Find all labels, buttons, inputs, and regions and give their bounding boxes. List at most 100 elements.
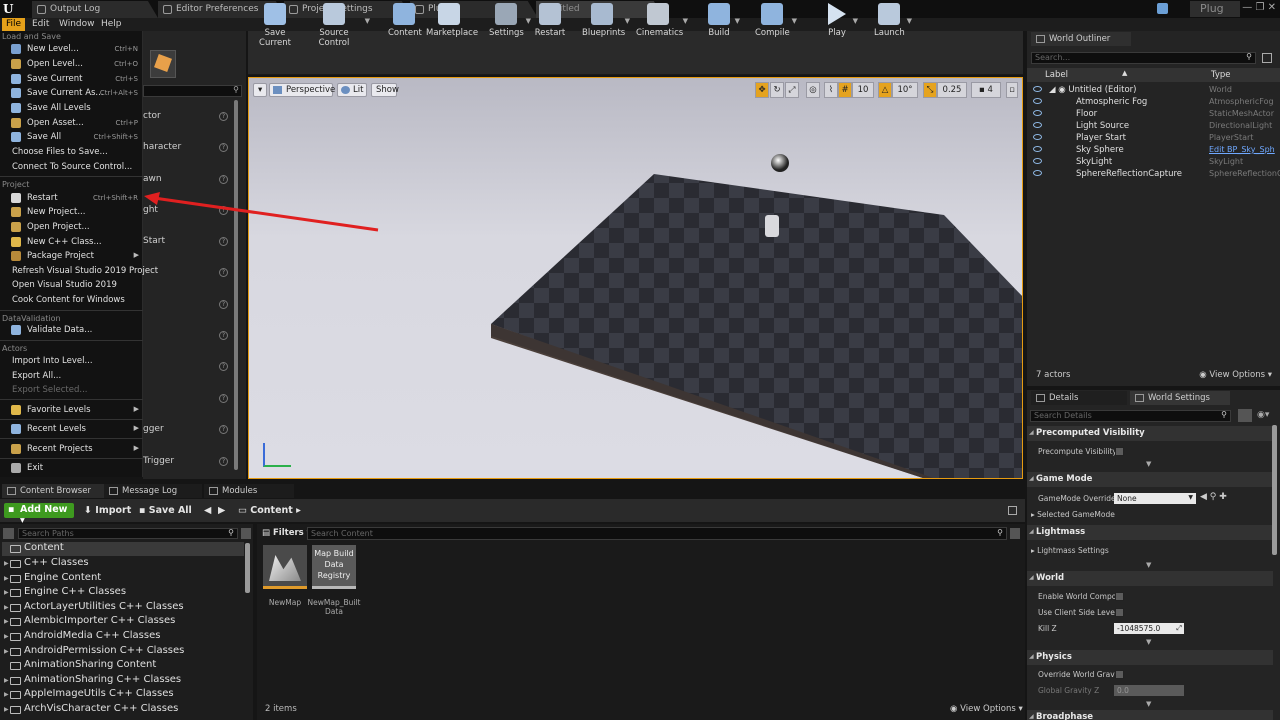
kill-z-input[interactable]: -1048575.0 ⤢ — [1114, 623, 1184, 634]
expand-arrow-icon[interactable]: ▶ — [4, 604, 9, 611]
restart-button[interactable]: Restart — [534, 3, 566, 38]
eye-icon[interactable] — [1033, 146, 1042, 152]
outliner-row[interactable]: SkyLight SkyLight — [1027, 156, 1280, 168]
col-label[interactable]: Label — [1045, 70, 1068, 80]
add-icon[interactable]: ✚ — [1219, 492, 1227, 502]
tab-world-settings[interactable]: World Settings — [1130, 391, 1230, 405]
dropdown-arrow-icon[interactable]: ▼ — [792, 17, 797, 25]
launch-button[interactable]: Launch ▼ — [874, 3, 912, 38]
dropdown-arrow-icon[interactable]: ▼ — [735, 17, 740, 25]
dropdown-arrow-icon[interactable]: ▼ — [526, 17, 531, 25]
outliner-row[interactable]: Atmospheric Fog AtmosphericFog — [1027, 96, 1280, 108]
menu-item-refresh-vs-project[interactable]: Refresh Visual Studio 2019 Project — [0, 264, 158, 278]
add-new-button[interactable]: ▪ Add New ▾ — [4, 503, 74, 526]
expand-arrow-icon[interactable]: ▶ — [4, 677, 9, 684]
source-control-icon[interactable] — [1157, 3, 1168, 14]
edit-blueprint-link[interactable]: Edit BP_Sky_Sph — [1209, 145, 1275, 154]
dropdown-arrow-icon[interactable]: ▼ — [683, 17, 688, 25]
menu-item-package-project[interactable]: Package Project ▶ — [0, 249, 142, 263]
tab-modules[interactable]: Modules — [204, 484, 294, 498]
eye-icon[interactable] — [1033, 158, 1042, 164]
details-scrollbar[interactable] — [1272, 425, 1277, 555]
tab-content-browser[interactable]: Content Browser — [2, 484, 110, 498]
menu-edit[interactable]: Edit — [28, 18, 53, 31]
import-button[interactable]: ⬇ Import — [84, 505, 131, 516]
eye-icon[interactable] — [1033, 98, 1042, 104]
plug-button[interactable]: Plug — [1190, 1, 1240, 17]
menu-item-new-project[interactable]: New Project... — [0, 205, 142, 219]
menu-item-save-all[interactable]: Save All Ctrl+Shift+S — [0, 130, 142, 144]
outliner-row[interactable]: Light Source DirectionalLight — [1027, 120, 1280, 132]
menu-item-recent-projects[interactable]: Recent Projects ▶ — [0, 442, 142, 456]
expand-arrow-icon[interactable]: ▶ — [4, 560, 9, 567]
enable-world-composition-checkbox[interactable] — [1115, 592, 1124, 601]
property-matrix-icon[interactable] — [1238, 409, 1252, 422]
place-item[interactable]: Start — [143, 236, 165, 246]
place-item[interactable]: gger — [143, 424, 164, 434]
tab-world-outliner[interactable]: World Outliner — [1031, 32, 1131, 46]
arrow-left-icon[interactable]: ◀ — [1200, 492, 1207, 502]
gamemode-override-select[interactable]: None ▼ — [1114, 493, 1196, 504]
path-breadcrumb[interactable]: ▭ Content ▸ — [238, 505, 301, 516]
asset-newmap[interactable] — [263, 545, 307, 589]
content-settings-icon[interactable] — [1010, 528, 1020, 539]
menu-item-open-vs[interactable]: Open Visual Studio 2019 — [0, 278, 142, 292]
menu-item-favorite-levels[interactable]: Favorite Levels ▶ — [0, 403, 142, 417]
toggle-sources-icon[interactable] — [3, 528, 14, 539]
help-icon[interactable]: ? — [219, 175, 228, 184]
help-icon[interactable]: ? — [219, 331, 228, 340]
outliner-row[interactable]: Player Start PlayerStart — [1027, 132, 1280, 144]
use-client-side-level-checkbox[interactable] — [1115, 608, 1124, 617]
marketplace-button[interactable]: Marketplace — [426, 3, 478, 38]
menu-window[interactable]: Window — [55, 18, 99, 31]
place-item[interactable]: haracter — [143, 142, 181, 152]
expand-arrow-icon[interactable]: ▶ — [4, 589, 9, 596]
content-view-options-button[interactable]: ◉ View Options ▾ — [950, 704, 1023, 714]
place-item[interactable]: awn — [143, 174, 162, 184]
paths-scrollbar[interactable] — [245, 543, 250, 593]
save-all-button[interactable]: ▪ Save All — [139, 505, 192, 516]
menu-item-save-current[interactable]: Save Current Ctrl+S — [0, 72, 142, 86]
eye-icon[interactable] — [1033, 110, 1042, 116]
menu-item-save-current-as[interactable]: Save Current As... Ctrl+Alt+S — [0, 86, 142, 100]
menu-item-choose-files-to-save[interactable]: Choose Files to Save... — [0, 145, 142, 159]
help-icon[interactable]: ? — [219, 237, 228, 246]
place-item[interactable]: Trigger — [143, 456, 174, 466]
category-precomputed-visibility[interactable]: Precomputed Visibility — [1027, 426, 1273, 441]
source-control-button[interactable]: Source Control ▼ — [306, 3, 370, 48]
cinematics-button[interactable]: Cinematics ▼ — [636, 3, 688, 38]
folder-content[interactable]: Content — [2, 542, 244, 556]
prop-label[interactable]: ▸ Selected GameMode — [1031, 510, 1115, 519]
menu-item-open-level[interactable]: Open Level... Ctrl+O — [0, 57, 142, 71]
outliner-settings-icon[interactable] — [1262, 53, 1272, 63]
menu-item-validate-data[interactable]: Validate Data... — [0, 323, 142, 337]
expand-arrow-icon[interactable]: ▶ — [4, 575, 9, 582]
help-icon[interactable]: ? — [219, 394, 228, 403]
category-physics[interactable]: Physics — [1027, 650, 1273, 665]
outliner-row[interactable]: Sky Sphere Edit BP_Sky_Sph — [1027, 144, 1280, 156]
outliner-row[interactable]: SphereReflectionCapture SphereReflectionC — [1027, 168, 1280, 180]
help-icon[interactable]: ? — [219, 362, 228, 371]
eye-icon[interactable] — [1033, 122, 1042, 128]
dropdown-arrow-icon[interactable]: ▼ — [365, 17, 370, 25]
expand-arrow-icon[interactable]: ▶ — [4, 691, 9, 698]
eye-icon[interactable]: ◉▾ — [1257, 410, 1269, 420]
content-button[interactable]: Content — [388, 3, 422, 38]
expand-chevron-icon[interactable]: ▼ — [1146, 700, 1151, 708]
play-button[interactable]: Play ▼ — [824, 3, 858, 38]
menu-item-restart[interactable]: Restart Ctrl+Shift+R — [0, 191, 142, 205]
history-forward-icon[interactable]: ▶ — [218, 505, 225, 516]
history-back-icon[interactable]: ◀ — [204, 505, 211, 516]
help-icon[interactable]: ? — [219, 300, 228, 309]
level-viewport[interactable]: ▾ Perspective Lit Show ✥ ↻ ⤢ ◎ ⌇ # 10 △ … — [248, 77, 1023, 479]
menu-item-exit[interactable]: Exit — [0, 461, 142, 475]
category-lightmass[interactable]: Lightmass — [1027, 525, 1273, 540]
menu-item-new-level[interactable]: New Level... Ctrl+N — [0, 42, 142, 56]
settings-button[interactable]: Settings ▼ — [489, 3, 531, 38]
lock-icon[interactable] — [1008, 506, 1017, 515]
override-world-gravity-checkbox[interactable] — [1115, 670, 1124, 679]
paths-settings-icon[interactable] — [241, 528, 251, 539]
filters-button[interactable]: ▤ Filters ▾ — [262, 528, 311, 538]
help-icon[interactable]: ? — [219, 143, 228, 152]
place-item[interactable]: ctor — [143, 111, 161, 121]
